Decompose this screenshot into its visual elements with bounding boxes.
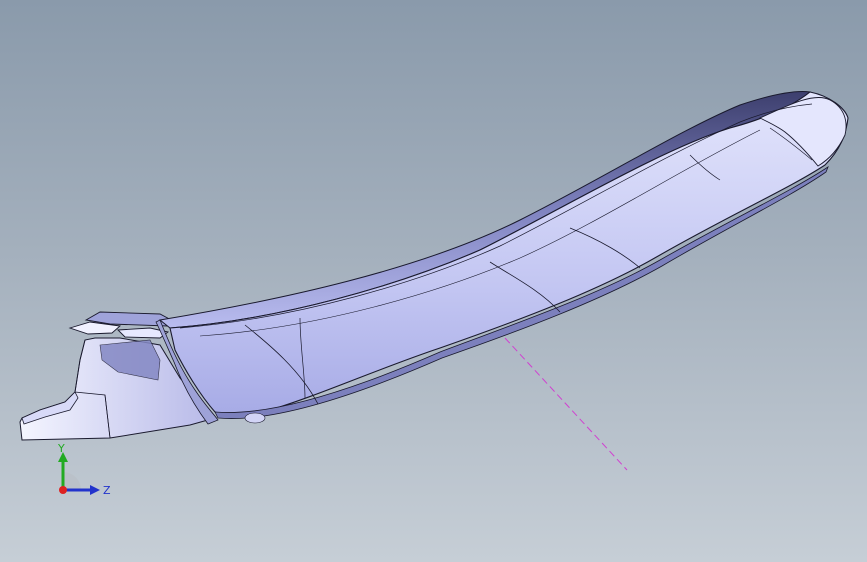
centerline — [504, 337, 628, 471]
z-axis-label: Z — [103, 484, 111, 497]
orientation-triad: Y Z — [57, 442, 111, 497]
part-model[interactable] — [0, 0, 867, 562]
graphics-viewport[interactable]: Y Z — [0, 0, 867, 562]
z-axis-arrow-icon — [90, 485, 100, 495]
boss-feature — [244, 412, 266, 424]
handle-side-face — [169, 91, 849, 416]
origin-dot — [59, 486, 67, 494]
y-axis-label: Y — [57, 442, 65, 455]
